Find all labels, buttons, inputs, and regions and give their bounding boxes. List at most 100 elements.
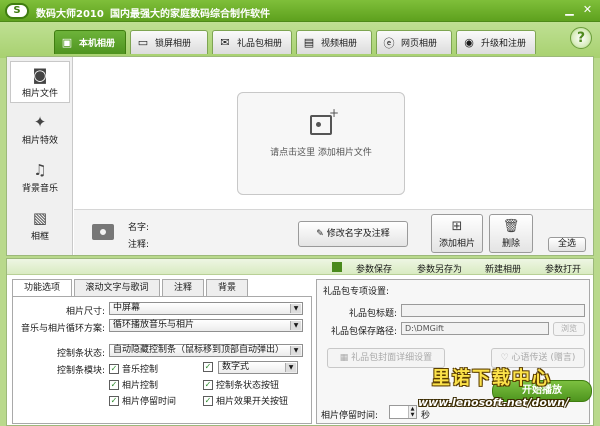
save-disk-icon (332, 262, 342, 272)
album-editor-panel: ◙ 相片文件 ✦ 相片特效 ♫ 背景音乐 ▧ 相框 请点击这里 添加相片文件 名… (6, 56, 594, 256)
checkbox-label: 音乐控制 (122, 365, 159, 375)
tab-gift-album[interactable]: ✉ 礼品包相册 (212, 30, 292, 54)
tab-web-album[interactable]: ⓔ 网页相册 (376, 30, 452, 54)
app-slogan: 国内最强大的家庭数码综合制作软件 (110, 9, 270, 20)
tab-label: 视频相册 (321, 39, 358, 49)
chevron-down-icon: ▼ (285, 363, 296, 372)
browser-icon: ⓔ (383, 36, 395, 50)
pencil-icon: ✎ (316, 229, 327, 239)
tab-scroll-text-lyrics[interactable]: 滚动文字与歌词 (74, 279, 160, 296)
control-state-button-checkbox[interactable]: ✓ 控制条状态按钮 (203, 378, 279, 391)
add-photo-button[interactable]: ⊞ 添加相片 (431, 214, 483, 253)
start-play-button[interactable]: 开始播放 (492, 380, 592, 402)
gift-icon: ✉ (220, 36, 230, 49)
close-icon[interactable]: ✕ (580, 3, 595, 18)
size-label: 相片尺寸: (65, 307, 105, 317)
sidebar-item-photo-files[interactable]: ◙ 相片文件 (10, 61, 70, 103)
gift-title-label: 礼品包标题: (348, 309, 397, 319)
music-note-icon: ♫ (33, 161, 47, 179)
effects-icon: ✦ (33, 113, 47, 131)
edit-name-note-button[interactable]: ✎ 修改名字及注释 (298, 221, 408, 247)
edit-name-note-label: 修改名字及注释 (326, 229, 390, 239)
photo-canvas: 请点击这里 添加相片文件 (74, 57, 593, 209)
checkbox-label: 相片停留时间 (122, 397, 177, 407)
photo-control-checkbox[interactable]: ✓ 相片控制 (109, 378, 158, 391)
sidebar-item-label: 相片文件 (21, 89, 58, 99)
gift-cover-settings-label: 礼品包封面详细设置 (351, 353, 433, 363)
heart-icon: ♡ (500, 353, 512, 363)
spinner-arrows-icon: ▲ ▼ (408, 406, 416, 418)
size-select[interactable]: 中屏幕 ▼ (109, 302, 303, 315)
control-module-label: 控制条模块: (56, 366, 105, 376)
number-style-checkbox[interactable]: ✓ (203, 362, 213, 372)
film-icon: ▤ (303, 36, 315, 49)
gift-icon: ▦ (339, 353, 352, 363)
tab-upgrade-register[interactable]: ◉ 升级和注册 (456, 30, 536, 54)
stay-time-label: 相片停留时间: (321, 411, 379, 421)
add-photo-dropzone[interactable]: 请点击这里 添加相片文件 (237, 92, 405, 195)
new-album-link[interactable]: 新建相册 (485, 262, 521, 275)
checkmark-icon: ✓ (109, 363, 119, 374)
save-params-as-link[interactable]: 参数另存为 (417, 262, 462, 275)
checkmark-icon: ✓ (203, 379, 213, 390)
minimize-icon[interactable]: ▁ (562, 3, 577, 18)
send-message-label: 心语传送 (赠言) (511, 353, 576, 363)
gift-path-input[interactable]: D:\DMGift (401, 322, 549, 335)
photo-stay-time-checkbox[interactable]: ✓ 相片停留时间 (109, 394, 176, 407)
sidebar-item-background-music[interactable]: ♫ 背景音乐 (10, 157, 70, 199)
tab-notes[interactable]: 注释 (162, 279, 204, 296)
select-all-button[interactable]: 全选 (548, 237, 586, 252)
tab-label: 升级和注册 (481, 39, 527, 49)
photo-effect-toggle-checkbox[interactable]: ✓ 相片效果开关按钮 (203, 394, 288, 407)
gift-settings-title: 礼品包专项设置: (323, 287, 390, 297)
note-label: 注释: (128, 240, 150, 250)
name-label: 名字: (128, 223, 150, 233)
sidebar-item-photo-effects[interactable]: ✦ 相片特效 (10, 109, 70, 151)
tab-background[interactable]: 背景 (206, 279, 248, 296)
chevron-down-icon: ▼ (290, 321, 301, 330)
stay-time-stepper[interactable]: ▲ ▼ (389, 405, 417, 419)
save-params-link[interactable]: 参数保存 (356, 262, 392, 275)
help-button[interactable]: ? (570, 27, 592, 49)
checkmark-icon: ✓ (109, 395, 119, 406)
sidebar-item-frame[interactable]: ▧ 相框 (10, 205, 70, 247)
size-value: 中屏幕 (113, 303, 141, 313)
tab-function-options[interactable]: 功能选项 (12, 279, 72, 297)
function-options-panel: 相片尺寸: 中屏幕 ▼ 音乐与相片循环方案: 循环播放音乐与相片 ▼ 控制条状态… (12, 296, 312, 424)
number-style-select[interactable]: 数字式 ▼ (218, 361, 298, 374)
number-style-value: 数字式 (222, 362, 250, 372)
send-message-button[interactable]: ♡ 心语传送 (赠言) (491, 348, 585, 368)
sidebar-item-label: 相片特效 (21, 136, 58, 146)
control-state-value: 自动隐藏控制条（鼠标移到顶部自动弹出） (113, 345, 285, 355)
delete-button[interactable]: 🗑 删除 (489, 214, 533, 253)
sidebar: ◙ 相片文件 ✦ 相片特效 ♫ 背景音乐 ▧ 相框 (7, 57, 73, 255)
chevron-down-icon: ▼ (290, 346, 301, 355)
tab-video-album[interactable]: ▤ 视频相册 (296, 30, 372, 54)
camera-icon: ◙ (32, 66, 48, 84)
browse-button[interactable]: 浏览 (553, 322, 585, 336)
camera-icon (92, 224, 114, 240)
checkbox-label: 相片效果开关按钮 (216, 397, 289, 407)
tab-label: 礼品包相册 (237, 39, 283, 49)
stay-time-unit: 秒 (421, 411, 431, 421)
tab-local-album[interactable]: ▣ 本机相册 (54, 30, 126, 54)
gift-cover-settings-button[interactable]: ▦ 礼品包封面详细设置 (327, 348, 445, 368)
control-state-select[interactable]: 自动隐藏控制条（鼠标移到顶部自动弹出） ▼ (109, 344, 303, 357)
photo-info-strip: 名字: 注释: ✎ 修改名字及注释 ⊞ 添加相片 🗑 删除 全选 (74, 209, 593, 255)
add-photo-label: 添加相片 (438, 239, 475, 249)
music-control-checkbox[interactable]: ✓ 音乐控制 (109, 362, 158, 375)
dropzone-label: 请点击这里 添加相片文件 (270, 148, 372, 158)
checkmark-icon: ✓ (203, 362, 213, 372)
loop-select[interactable]: 循环播放音乐与相片 ▼ (109, 319, 303, 332)
open-params-link[interactable]: 参数打开 (545, 262, 581, 275)
tab-lockscreen-album[interactable]: ▭ 锁屏相册 (130, 30, 208, 54)
tab-label: 锁屏相册 (155, 39, 192, 49)
app-name: 数码大师2010 (36, 9, 104, 20)
loop-label: 音乐与相片循环方案: (20, 324, 105, 334)
checkmark-icon: ✓ (203, 395, 213, 406)
chevron-down-icon: ▼ (290, 304, 301, 313)
frame-icon: ▧ (32, 209, 48, 227)
top-tab-bar: ▣ 本机相册 ▭ 锁屏相册 ✉ 礼品包相册 ▤ 视频相册 ⓔ 网页相册 ◉ 升级… (0, 22, 600, 58)
gift-settings-panel: 礼品包专项设置: 礼品包标题: 礼品包保存路径: D:\DMGift 浏览 ▦ … (316, 279, 590, 424)
gift-title-input[interactable] (401, 304, 585, 317)
